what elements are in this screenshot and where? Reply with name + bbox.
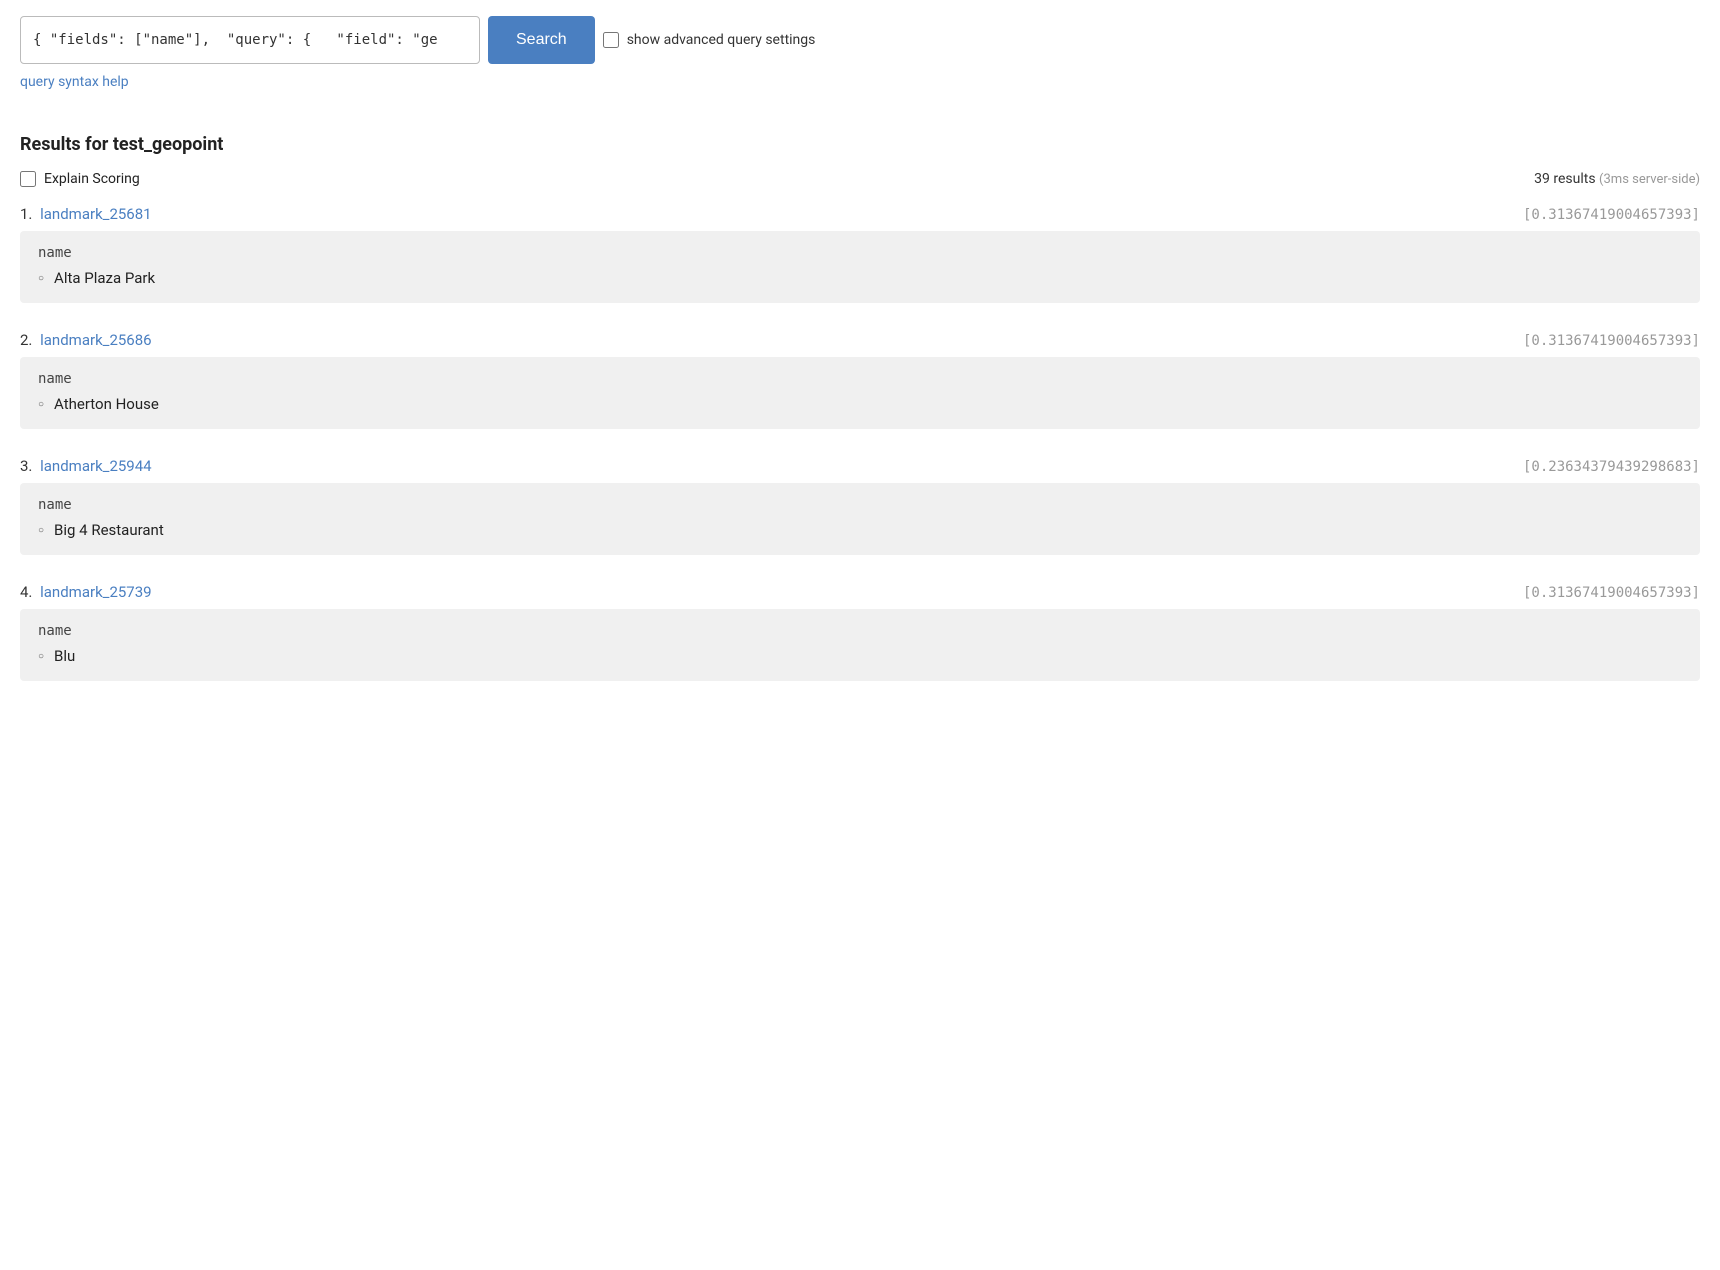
field-value-text: Big 4 Restaurant — [54, 521, 164, 539]
result-item: 3. landmark_25944 [0.23634379439298683] … — [20, 457, 1700, 555]
results-list: 1. landmark_25681 [0.31367419004657393] … — [20, 205, 1700, 681]
result-score: [0.31367419004657393] — [1523, 207, 1700, 223]
result-link[interactable]: landmark_25739 — [40, 583, 151, 601]
result-number: 3. — [20, 457, 32, 475]
field-value-text: Blu — [54, 647, 75, 665]
field-name: name — [38, 623, 1682, 639]
result-score: [0.31367419004657393] — [1523, 333, 1700, 349]
result-number: 4. — [20, 583, 32, 601]
explain-scoring-text: Explain Scoring — [44, 171, 140, 187]
field-bullet: ○ — [38, 525, 44, 536]
count-number: 39 results — [1534, 171, 1595, 187]
advanced-query-label: show advanced query settings — [627, 32, 816, 48]
result-number: 2. — [20, 331, 32, 349]
field-bullet: ○ — [38, 651, 44, 662]
advanced-query-settings[interactable]: show advanced query settings — [603, 32, 816, 48]
search-bar: Search show advanced query settings — [20, 16, 1700, 64]
result-link[interactable]: landmark_25686 — [40, 331, 151, 349]
field-value-text: Atherton House — [54, 395, 159, 413]
result-title-row: 2. landmark_25686 [0.31367419004657393] — [20, 331, 1700, 349]
explain-scoring-label[interactable]: Explain Scoring — [20, 171, 140, 187]
result-score: [0.31367419004657393] — [1523, 585, 1700, 601]
field-bullet: ○ — [38, 273, 44, 284]
field-value-text: Alta Plaza Park — [54, 269, 155, 287]
search-button[interactable]: Search — [488, 16, 595, 64]
search-input[interactable] — [20, 16, 480, 64]
result-title-row: 4. landmark_25739 [0.31367419004657393] — [20, 583, 1700, 601]
result-fields: name ○ Blu — [20, 609, 1700, 681]
result-number: 1. — [20, 205, 32, 223]
field-value: ○ Alta Plaza Park — [38, 269, 1682, 287]
result-fields: name ○ Atherton House — [20, 357, 1700, 429]
field-value: ○ Atherton House — [38, 395, 1682, 413]
result-link[interactable]: landmark_25681 — [40, 205, 151, 223]
field-value: ○ Big 4 Restaurant — [38, 521, 1682, 539]
results-heading: Results for test_geopoint — [20, 134, 1700, 155]
server-side-time: (3ms server-side) — [1599, 172, 1700, 187]
field-bullet: ○ — [38, 399, 44, 410]
result-link[interactable]: landmark_25944 — [40, 457, 151, 475]
advanced-query-checkbox[interactable] — [603, 32, 619, 48]
result-title-row: 3. landmark_25944 [0.23634379439298683] — [20, 457, 1700, 475]
result-fields: name ○ Alta Plaza Park — [20, 231, 1700, 303]
result-item: 4. landmark_25739 [0.31367419004657393] … — [20, 583, 1700, 681]
results-count: 39 results (3ms server-side) — [1534, 171, 1700, 187]
query-syntax-link[interactable]: query syntax help — [20, 74, 129, 90]
result-fields: name ○ Big 4 Restaurant — [20, 483, 1700, 555]
result-item: 2. landmark_25686 [0.31367419004657393] … — [20, 331, 1700, 429]
result-score: [0.23634379439298683] — [1523, 459, 1700, 475]
field-name: name — [38, 245, 1682, 261]
field-name: name — [38, 497, 1682, 513]
result-item: 1. landmark_25681 [0.31367419004657393] … — [20, 205, 1700, 303]
explain-scoring-checkbox[interactable] — [20, 171, 36, 187]
field-value: ○ Blu — [38, 647, 1682, 665]
field-name: name — [38, 371, 1682, 387]
results-meta-row: Explain Scoring 39 results (3ms server-s… — [20, 171, 1700, 187]
result-title-row: 1. landmark_25681 [0.31367419004657393] — [20, 205, 1700, 223]
